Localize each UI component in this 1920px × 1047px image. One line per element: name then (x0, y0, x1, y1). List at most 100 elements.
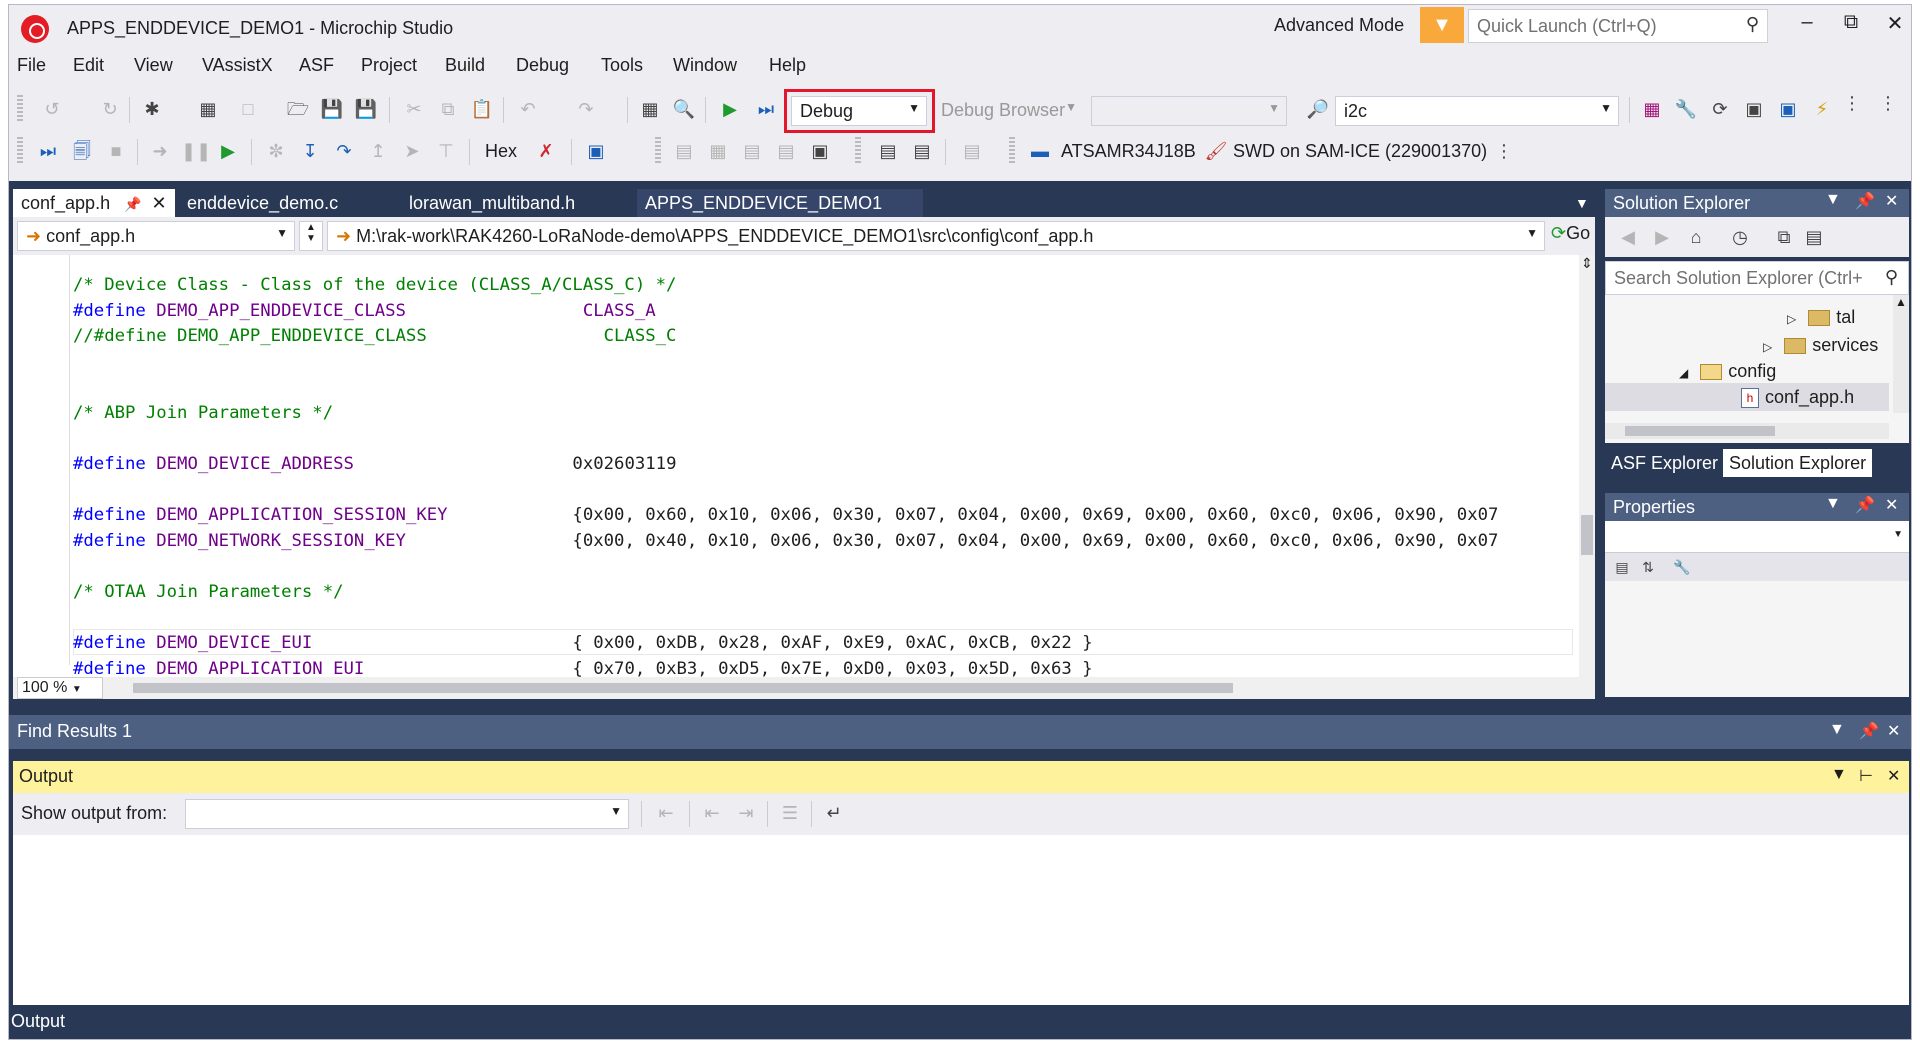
hex-toggle[interactable]: Hex (485, 141, 517, 162)
menu-tools[interactable]: Tools (601, 55, 643, 76)
connect-icon[interactable]: ▣ (1775, 95, 1801, 123)
find-in-files-icon[interactable]: 🔎 (1305, 95, 1331, 123)
disassembly-icon[interactable]: ▤ (671, 137, 697, 165)
redo-icon[interactable]: ↷ (573, 95, 599, 123)
home-icon[interactable]: ⌂ (1683, 223, 1709, 251)
start-without-debug-icon[interactable]: ▶ (717, 95, 743, 123)
code-content[interactable]: /* Device Class - Class of the device (C… (73, 273, 1498, 677)
minimize-button[interactable]: – (1787, 11, 1827, 34)
set-next-statement-icon[interactable]: ⊤ (433, 137, 459, 165)
go-button[interactable]: ⟳Go (1551, 223, 1590, 244)
program-device-icon[interactable]: ▤ (875, 137, 901, 165)
device-icon[interactable]: ▬ (1027, 137, 1053, 165)
cut-icon[interactable]: ✂ (401, 95, 427, 123)
show-next-statement-icon[interactable]: ➜ (147, 137, 173, 165)
start-debug-icon[interactable]: ⏭ (753, 95, 779, 123)
find-icon[interactable]: 🔍 (671, 95, 697, 123)
attach-icon[interactable]: 🗐 (69, 137, 95, 165)
close-icon[interactable]: ✕ (1887, 721, 1900, 741)
chevron-down-icon[interactable]: ▼ (1825, 191, 1841, 209)
tab-solution-explorer[interactable]: Solution Explorer (1723, 449, 1873, 477)
path-navigation-dropdown[interactable]: ➜ M:\rak-work\RAK4260-LoRaNode-demo\APPS… (327, 221, 1545, 251)
restore-button[interactable]: ⧉ (1831, 11, 1871, 34)
tab-project[interactable]: APPS_ENDDEVICE_DEMO1 (637, 189, 923, 217)
device-settings-icon[interactable]: ▤ (909, 137, 935, 165)
back-icon[interactable]: ↺ (39, 95, 65, 123)
tool-icon[interactable]: 🖌 (1203, 137, 1229, 165)
tab-asf-explorer[interactable]: ASF Explorer (1605, 449, 1724, 477)
filter-icon[interactable]: ▼ (1420, 7, 1464, 43)
output-bottom-tab[interactable]: Output (9, 1005, 1911, 1039)
platform-dropdown[interactable]: ▼ (1091, 96, 1287, 126)
toolbar-grip[interactable] (17, 95, 23, 123)
device-programming-icon[interactable]: ▦ (1639, 95, 1665, 123)
menu-asf[interactable]: ASF (299, 55, 334, 76)
collapse-icon[interactable]: ◢ (1679, 366, 1688, 380)
step-into-icon[interactable]: ↧ (297, 137, 323, 165)
tree-vertical-scrollbar[interactable]: ▲ (1893, 295, 1909, 413)
trace-icon[interactable]: ▤ (959, 137, 985, 165)
registers-icon[interactable]: ▦ (705, 137, 731, 165)
plugin-icon[interactable]: ⚡ (1809, 95, 1835, 123)
toolbar-grip[interactable] (17, 137, 23, 165)
save-icon[interactable]: 💾 (319, 95, 345, 123)
tree-item-services[interactable]: ▷ services (1763, 335, 1878, 356)
menu-file[interactable]: File (17, 55, 46, 76)
scroll-thumb[interactable] (1625, 426, 1775, 436)
nav-spinner[interactable]: ▲ ▼ (299, 221, 323, 251)
find-results-header[interactable]: Find Results 1 ▼ 📌 ✕ (9, 715, 1911, 749)
close-icon[interactable]: ✕ (1885, 495, 1898, 515)
expand-icon[interactable]: ▷ (1763, 340, 1772, 354)
history-icon[interactable]: ◷ (1727, 223, 1753, 251)
show-all-files-icon[interactable]: ▤ (1801, 223, 1827, 251)
code-editor[interactable]: /* Device Class - Class of the device (C… (13, 255, 1595, 677)
pause-icon[interactable]: ❚❚ (181, 137, 211, 165)
debug-tool-name[interactable]: SWD on SAM-ICE (229001370) (1233, 141, 1487, 162)
chevron-down-icon[interactable]: ▼ (1829, 721, 1845, 739)
paste-icon[interactable]: 📋 (469, 95, 495, 123)
menu-vassistx[interactable]: VAssistX (202, 55, 273, 76)
quick-launch-input[interactable]: Quick Launch (Ctrl+Q) ⚲ (1468, 9, 1768, 43)
tree-item-config[interactable]: ◢ config (1679, 361, 1776, 382)
menu-window[interactable]: Window (673, 55, 737, 76)
collapse-all-icon[interactable]: ⧉ (1771, 223, 1797, 251)
debug-browser-dropdown[interactable]: Debug Browser ▼ (933, 96, 1083, 126)
tab-enddevice-demo-c[interactable]: enddevice_demo.c (179, 189, 346, 217)
menu-view[interactable]: View (134, 55, 173, 76)
expand-icon[interactable]: ▷ (1787, 312, 1796, 326)
start-debugging-break-icon[interactable]: ⏭ (35, 137, 61, 165)
pin-icon[interactable]: 📌 (1855, 191, 1875, 211)
tree-horizontal-scrollbar[interactable] (1605, 423, 1889, 439)
memory-icon[interactable]: ▤ (739, 137, 765, 165)
output-source-dropdown[interactable]: ▼ (185, 799, 629, 829)
pin-icon[interactable]: 📌 (124, 196, 141, 212)
menu-build[interactable]: Build (445, 55, 485, 76)
open-folder-icon[interactable]: 🗁 (285, 95, 311, 123)
tab-conf-app-h[interactable]: conf_app.h 📌 ✕ (13, 189, 175, 217)
property-pages-icon[interactable]: 🔧 (1669, 553, 1695, 581)
menu-edit[interactable]: Edit (73, 55, 104, 76)
menu-help[interactable]: Help (769, 55, 806, 76)
tree-item-conf-app-h[interactable]: h conf_app.h (1741, 387, 1854, 409)
close-icon[interactable]: ✕ (1885, 191, 1898, 211)
reset-icon[interactable]: ✼ (263, 137, 289, 165)
scroll-thumb[interactable] (1581, 515, 1593, 555)
wrench-icon[interactable]: 🔧 (1673, 95, 1699, 123)
zoom-dropdown[interactable]: 100 % ▼ (17, 677, 103, 699)
solution-explorer-search[interactable]: Search Solution Explorer (Ctrl+ ⚲ (1605, 261, 1909, 295)
clear-all-icon[interactable]: ☰ (777, 799, 803, 827)
continue-icon[interactable]: ▶ (215, 137, 241, 165)
word-wrap-icon[interactable]: ↵ (821, 799, 847, 827)
undo-icon[interactable]: ↶ (515, 95, 541, 123)
tree-item-tal[interactable]: ▷ tal (1787, 307, 1855, 328)
advanced-mode-label[interactable]: Advanced Mode (1274, 15, 1404, 36)
find-combo[interactable]: i2c ▼ (1335, 96, 1619, 126)
disable-breakpoints-icon[interactable]: ✗ (533, 137, 559, 165)
close-icon[interactable]: ✕ (152, 193, 167, 213)
alphabetical-icon[interactable]: ⇅ (1635, 553, 1661, 581)
forward-icon[interactable]: ↻ (97, 95, 123, 123)
file-navigation-dropdown[interactable]: ➜ conf_app.h ▼ (17, 221, 295, 251)
refresh-icon[interactable]: ⟳ (1707, 95, 1733, 123)
menu-debug[interactable]: Debug (516, 55, 569, 76)
device-name[interactable]: ATSAMR34J18B (1061, 141, 1196, 162)
